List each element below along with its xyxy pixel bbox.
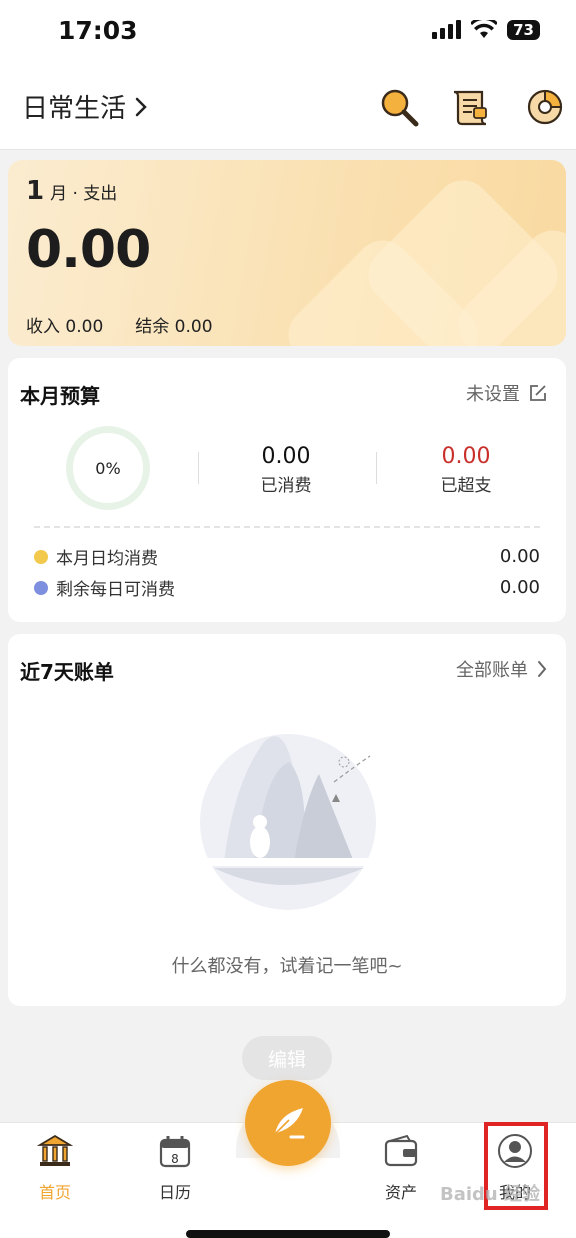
monthly-summary-card[interactable]: 1月 · 支出 0.00 收入 0.00 结余 0.00 [8, 160, 566, 346]
bills-button[interactable] [450, 86, 492, 128]
blue-dot-icon [34, 580, 48, 595]
search-icon [381, 89, 419, 127]
add-record-button[interactable] [245, 1080, 331, 1166]
budget-settings-link[interactable]: 未设置 [466, 380, 548, 406]
tab-home-label: 首页 [38, 1183, 71, 1202]
daily-average-row: 本月日均消费 0.00 [34, 544, 540, 569]
tab-assets-label: 资产 [384, 1183, 417, 1202]
daily-average-label: 本月日均消费 [56, 549, 158, 569]
daily-average-value: 0.00 [499, 546, 540, 567]
month-expense-amount: 0.00 [26, 220, 151, 280]
over-value: 0.00 [441, 444, 491, 469]
income-stat: 收入 0.00 [26, 312, 103, 337]
chevron-right-icon [538, 661, 547, 677]
summary-subline: 收入 0.00 结余 0.00 [26, 312, 213, 337]
budget-status: 未设置 [466, 384, 520, 405]
stats-button[interactable] [524, 86, 566, 128]
all-bills-label: 全部账单 [456, 660, 528, 681]
pie-chart-icon [527, 89, 563, 125]
balance-stat: 结余 0.00 [135, 312, 212, 337]
recent-bills-title: 近7天账单 [20, 660, 114, 684]
dashed-divider [34, 526, 540, 528]
app-header: 日常生活 [0, 64, 576, 150]
empty-state-illustration [200, 734, 376, 910]
budget-progress-ring: 0% [66, 426, 150, 510]
battery-indicator: 73 [507, 20, 540, 40]
svg-text:8: 8 [171, 1152, 179, 1166]
over-label: 已超支 [440, 476, 492, 496]
daily-remaining-value: 0.00 [499, 577, 540, 598]
quill-pen-icon [274, 1108, 305, 1139]
tab-home[interactable]: 首页 [20, 1133, 90, 1203]
divider [198, 452, 199, 484]
chevron-right-icon [135, 97, 147, 116]
recent-bills-card: 近7天账单 全部账单 什么都没有，试着记一笔吧~ [8, 634, 566, 1006]
status-time: 17:03 [58, 16, 138, 45]
daily-remaining-label: 剩余每日可消费 [56, 580, 175, 600]
calendar-icon: 8 [159, 1136, 191, 1168]
ledger-selector[interactable]: 日常生活 [22, 88, 148, 125]
status-icons: 73 [431, 20, 540, 40]
budget-percent: 0% [95, 458, 121, 478]
cellular-signal-icon [432, 20, 462, 39]
search-button[interactable] [378, 86, 420, 128]
bill-scroll-icon [453, 90, 487, 126]
month-number: 1 [26, 176, 45, 206]
tab-calendar[interactable]: 8 日历 [140, 1133, 210, 1203]
budget-card: 本月预算 未设置 0% 0.00 已消费 0.00 已超支 本月日均消费 0.0… [8, 358, 566, 622]
empty-state-text: 什么都没有，试着记一笔吧~ [171, 956, 403, 977]
status-bar: 17:03 73 [0, 0, 576, 64]
budget-title: 本月预算 [20, 384, 100, 408]
edit-icon [530, 385, 546, 401]
over-stat: 0.00 已超支 [396, 444, 536, 496]
tab-calendar-label: 日历 [158, 1183, 191, 1202]
edit-button[interactable]: 编辑 [242, 1036, 332, 1080]
daily-remaining-row: 剩余每日可消费 0.00 [34, 575, 540, 600]
balance-value: 0.00 [174, 317, 213, 337]
home-indicator [186, 1230, 390, 1238]
yellow-dot-icon [34, 549, 48, 564]
wifi-icon [471, 20, 498, 38]
spent-value: 0.00 [261, 444, 311, 469]
bank-icon [36, 1134, 74, 1166]
watermark: Baidu 经验 [440, 1184, 541, 1205]
spent-label: 已消费 [260, 476, 312, 496]
balance-label: 结余 [135, 317, 170, 337]
divider [376, 452, 377, 484]
wallet-icon [384, 1134, 418, 1167]
month-label: 1月 · 支出 [26, 176, 117, 206]
tab-assets[interactable]: 资产 [366, 1133, 436, 1203]
ledger-title: 日常生活 [22, 94, 127, 124]
month-expense-label: 月 · 支出 [50, 184, 118, 204]
income-value: 0.00 [65, 317, 104, 337]
spent-stat: 0.00 已消费 [216, 444, 356, 496]
income-label: 收入 [26, 317, 60, 337]
all-bills-link[interactable]: 全部账单 [456, 656, 548, 682]
